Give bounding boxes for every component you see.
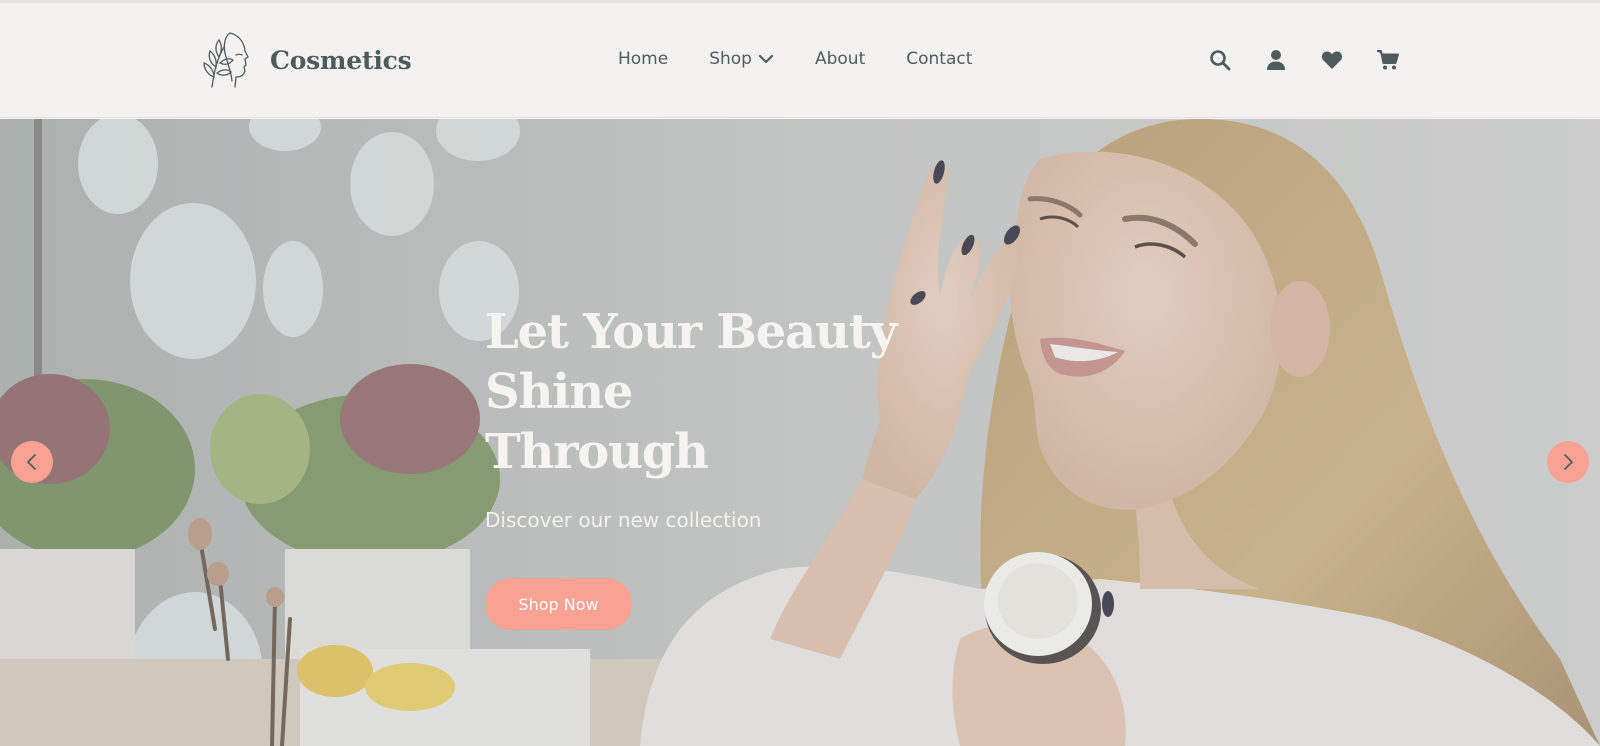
nav-shop[interactable]: Shop bbox=[709, 47, 774, 71]
hero-title-line2: Through bbox=[485, 424, 709, 480]
shop-now-button[interactable]: Shop Now bbox=[485, 578, 632, 630]
header-icons bbox=[1208, 48, 1400, 72]
hero-banner: Let Your Beauty Shine Through Discover o… bbox=[0, 119, 1600, 746]
heart-icon[interactable] bbox=[1320, 48, 1344, 72]
carousel-prev-button[interactable] bbox=[11, 441, 53, 483]
chevron-down-icon bbox=[758, 54, 774, 64]
brand-name: Cosmetics bbox=[270, 45, 412, 75]
cart-icon[interactable] bbox=[1376, 48, 1400, 72]
nav-about[interactable]: About bbox=[815, 47, 865, 71]
main-nav: Home Shop About Contact bbox=[618, 47, 972, 71]
chevron-left-icon bbox=[27, 454, 36, 470]
site-header: Cosmetics Home Shop About Contact bbox=[0, 3, 1600, 118]
nav-home[interactable]: Home bbox=[618, 47, 668, 71]
user-icon[interactable] bbox=[1264, 48, 1288, 72]
nav-contact[interactable]: Contact bbox=[906, 47, 972, 71]
hero-subtitle: Discover our new collection bbox=[485, 508, 762, 532]
hero-copy: Let Your Beauty Shine Through Discover o… bbox=[485, 302, 1045, 630]
hero-title: Let Your Beauty Shine Through bbox=[485, 302, 1045, 482]
search-icon[interactable] bbox=[1208, 48, 1232, 72]
woman-face-leaf-logo-icon bbox=[203, 32, 249, 88]
carousel-next-button[interactable] bbox=[1547, 441, 1589, 483]
hero-title-line1: Let Your Beauty Shine bbox=[485, 304, 898, 420]
nav-shop-label: Shop bbox=[709, 49, 752, 69]
brand-logo[interactable]: Cosmetics bbox=[198, 25, 412, 95]
chevron-right-icon bbox=[1564, 454, 1573, 470]
